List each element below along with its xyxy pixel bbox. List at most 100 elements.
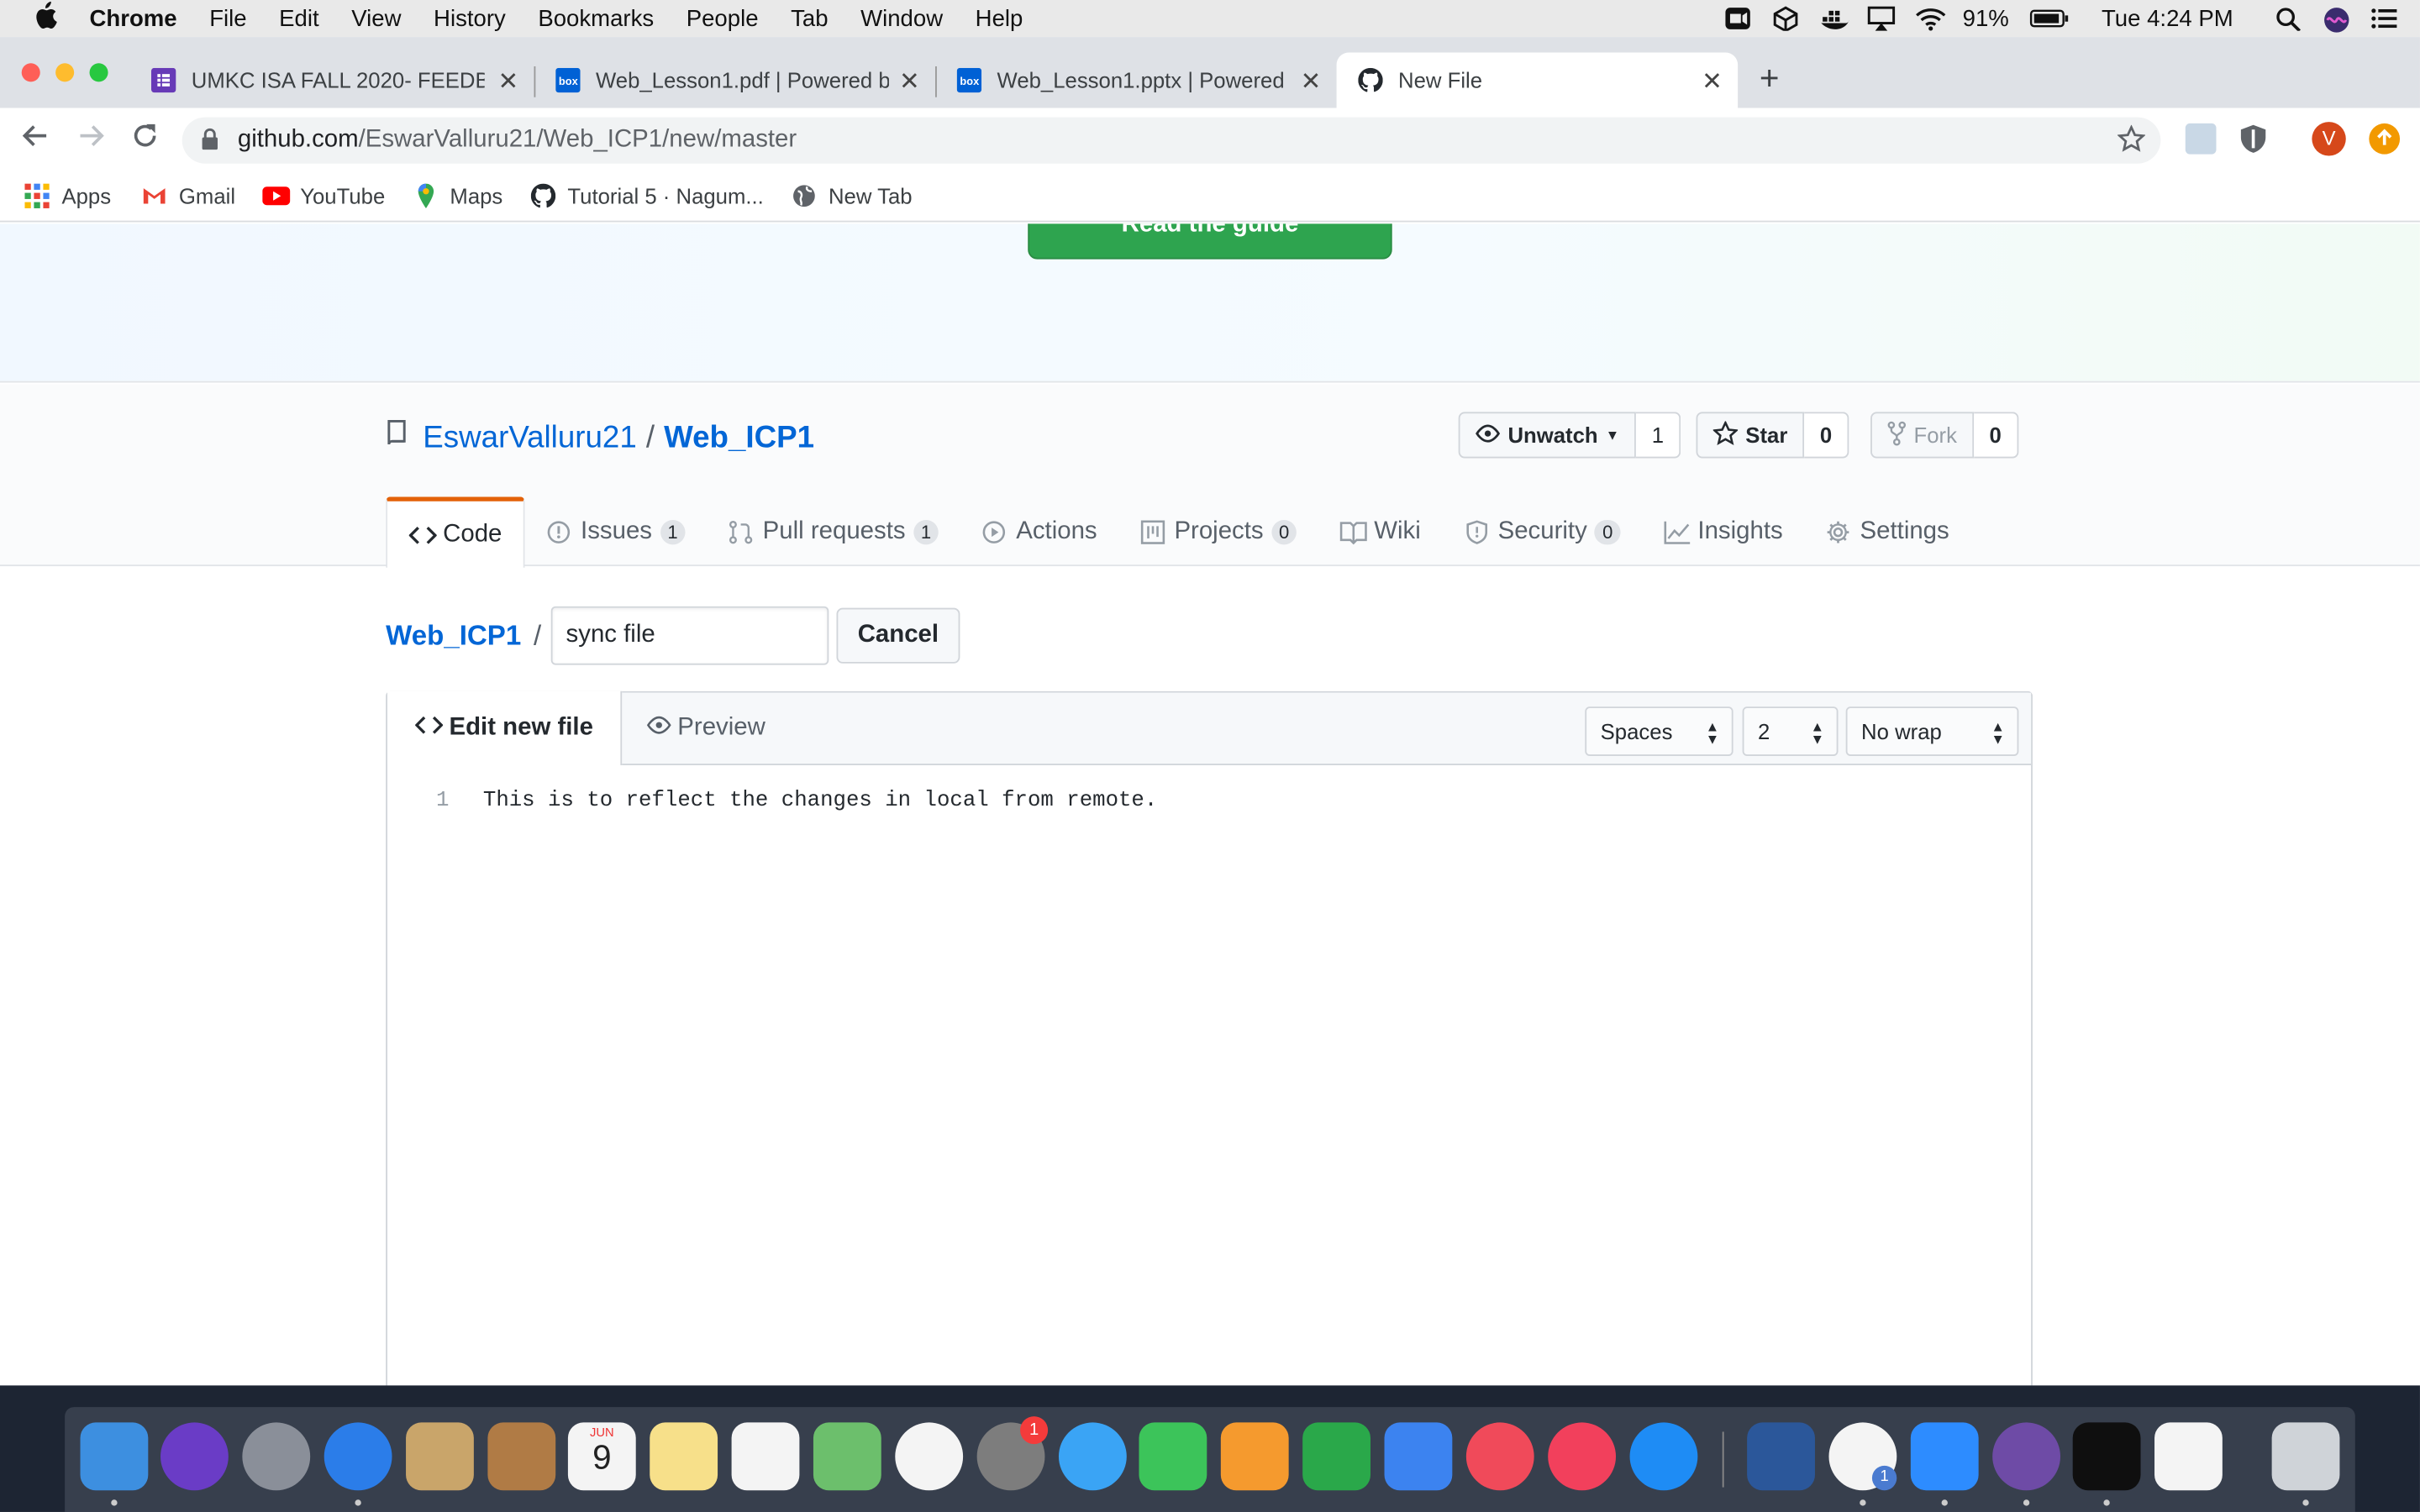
wifi-icon[interactable] xyxy=(1915,6,1945,31)
star-button[interactable]: Star xyxy=(1696,412,1805,459)
code-line[interactable]: 1 This is to reflect the changes in loca… xyxy=(387,789,1157,813)
menu-app-name[interactable]: Chrome xyxy=(90,5,177,31)
reminders-icon[interactable] xyxy=(731,1422,800,1491)
app-store-icon[interactable] xyxy=(1629,1422,1698,1491)
close-tab-icon[interactable]: ✕ xyxy=(1301,66,1322,97)
read-the-guide-button[interactable]: Read the guide xyxy=(1028,223,1392,260)
menu-window[interactable]: Window xyxy=(860,5,943,31)
browser-tab-feedback[interactable]: UMKC ISA FALL 2020- FEEDBACK ✕ xyxy=(129,52,534,108)
maps-icon[interactable] xyxy=(813,1422,881,1491)
tab-edit-new-file[interactable]: Edit new file xyxy=(387,690,623,766)
menu-history[interactable]: History xyxy=(434,5,506,31)
tab-preview[interactable]: Preview xyxy=(619,691,793,765)
indent-size-select[interactable]: 2 ▲ ▼ xyxy=(1742,706,1839,756)
pages-icon[interactable] xyxy=(1220,1422,1289,1491)
zoom-status-icon[interactable] xyxy=(1723,6,1751,30)
webstorm-icon[interactable] xyxy=(2072,1422,2141,1491)
tab-actions[interactable]: Actions xyxy=(960,496,1118,566)
filename-input[interactable] xyxy=(550,606,829,665)
menu-tab[interactable]: Tab xyxy=(791,5,828,31)
shield-extension-icon[interactable] xyxy=(2238,123,2269,155)
cancel-button[interactable]: Cancel xyxy=(835,607,960,664)
fork-count[interactable]: 0 xyxy=(1974,412,2019,459)
unwatch-button[interactable]: Unwatch ▼ xyxy=(1458,412,1637,459)
mail-icon[interactable] xyxy=(406,1422,474,1491)
bookmark-tutorial[interactable]: Tutorial 5 · Nagum... xyxy=(530,182,764,207)
news-icon[interactable] xyxy=(1465,1422,1534,1491)
indent-mode-select[interactable]: Spaces ▲ ▼ xyxy=(1585,706,1733,756)
browser-tab-new-file[interactable]: New File ✕ xyxy=(1336,52,1739,108)
messages-icon[interactable] xyxy=(1058,1422,1127,1491)
menu-file[interactable]: File xyxy=(209,5,246,31)
spotlight-search-icon[interactable] xyxy=(2275,6,2302,33)
zoom-icon[interactable] xyxy=(1910,1422,1979,1491)
tab-pull-requests[interactable]: Pull requests 1 xyxy=(708,496,961,566)
launchpad-icon[interactable] xyxy=(242,1422,311,1491)
menubar-clock[interactable]: Tue 4:24 PM xyxy=(2102,5,2233,31)
star-count[interactable]: 0 xyxy=(1804,412,1849,459)
browser-tab-pptx[interactable]: box Web_Lesson1.pptx | Powered by Box ✕ xyxy=(935,52,1337,108)
bookmark-apps[interactable]: Apps xyxy=(24,182,111,208)
siri-menubar-icon[interactable] xyxy=(2323,6,2350,33)
reload-icon[interactable] xyxy=(131,122,159,157)
fork-button[interactable]: Fork xyxy=(1870,412,1975,459)
breadcrumb-repo-link[interactable]: Web_ICP1 xyxy=(386,619,521,652)
trash-icon[interactable] xyxy=(2271,1422,2340,1491)
tab-settings[interactable]: Settings xyxy=(1804,496,1970,566)
menu-edit[interactable]: Edit xyxy=(279,5,318,31)
textedit-icon[interactable] xyxy=(2154,1422,2223,1491)
address-bar[interactable]: github.com/EswarValluru21/Web_ICP1/new/m… xyxy=(182,117,2161,164)
docker-icon[interactable] xyxy=(1819,6,1849,30)
lock-icon[interactable] xyxy=(201,128,219,159)
watch-count[interactable]: 1 xyxy=(1636,412,1681,459)
tab-projects[interactable]: Projects 0 xyxy=(1118,496,1318,566)
minimize-window-button[interactable] xyxy=(55,63,75,82)
siri-icon[interactable] xyxy=(160,1422,229,1491)
bookmark-maps[interactable]: Maps xyxy=(413,182,502,208)
airplay-icon[interactable] xyxy=(1867,6,1895,31)
github-desktop-icon[interactable] xyxy=(1992,1422,2060,1491)
tab-wiki[interactable]: Wiki xyxy=(1318,496,1442,566)
browser-tab-pdf[interactable]: box Web_Lesson1.pdf | Powered by Box ✕ xyxy=(534,52,935,108)
music-icon[interactable] xyxy=(1548,1422,1617,1491)
wrap-mode-select[interactable]: No wrap ▲ ▼ xyxy=(1845,706,2019,756)
bookmark-youtube[interactable]: YouTube xyxy=(263,183,385,207)
repo-name-link[interactable]: Web_ICP1 xyxy=(664,421,814,456)
notes-icon[interactable] xyxy=(650,1422,718,1491)
extension-icon[interactable] xyxy=(2185,123,2217,155)
apple-icon[interactable] xyxy=(31,0,59,36)
tab-code[interactable]: Code xyxy=(386,496,525,568)
zoom-window-button[interactable] xyxy=(89,63,108,82)
tab-issues[interactable]: Issues 1 xyxy=(525,496,708,566)
repo-owner-link[interactable]: EswarValluru21 xyxy=(423,421,637,456)
bookmark-star-icon[interactable] xyxy=(2117,124,2146,160)
new-tab-button[interactable]: + xyxy=(1760,59,1780,99)
menu-view[interactable]: View xyxy=(351,5,401,31)
safari-icon[interactable] xyxy=(324,1422,392,1491)
profile-avatar[interactable]: V xyxy=(2312,122,2346,156)
line-text[interactable]: This is to reflect the changes in local … xyxy=(483,789,1157,813)
battery-icon[interactable] xyxy=(2029,6,2070,30)
bookmark-new-tab[interactable]: New Tab xyxy=(792,183,913,207)
contacts-icon[interactable] xyxy=(487,1422,556,1491)
facetime-icon[interactable] xyxy=(1139,1422,1207,1491)
tab-security[interactable]: Security 0 xyxy=(1442,496,1642,566)
menu-people[interactable]: People xyxy=(687,5,759,31)
notification-center-icon[interactable] xyxy=(2370,6,2398,30)
menu-bookmarks[interactable]: Bookmarks xyxy=(538,5,654,31)
back-icon[interactable] xyxy=(22,122,50,157)
close-tab-icon[interactable]: ✕ xyxy=(498,66,519,97)
menu-help[interactable]: Help xyxy=(976,5,1023,31)
tab-insights[interactable]: Insights xyxy=(1642,496,1804,566)
close-tab-icon[interactable]: ✕ xyxy=(899,66,920,97)
update-icon[interactable] xyxy=(2369,123,2401,155)
keynote-icon[interactable] xyxy=(1384,1422,1453,1491)
finder-icon[interactable] xyxy=(80,1422,149,1491)
word-icon[interactable] xyxy=(1747,1422,1815,1491)
photos-icon[interactable] xyxy=(895,1422,964,1491)
bookmark-gmail[interactable]: Gmail xyxy=(142,183,235,207)
forward-icon[interactable] xyxy=(77,122,105,157)
close-tab-icon[interactable]: ✕ xyxy=(1702,66,1723,97)
numbers-icon[interactable] xyxy=(1302,1422,1370,1491)
close-window-button[interactable] xyxy=(21,63,40,82)
